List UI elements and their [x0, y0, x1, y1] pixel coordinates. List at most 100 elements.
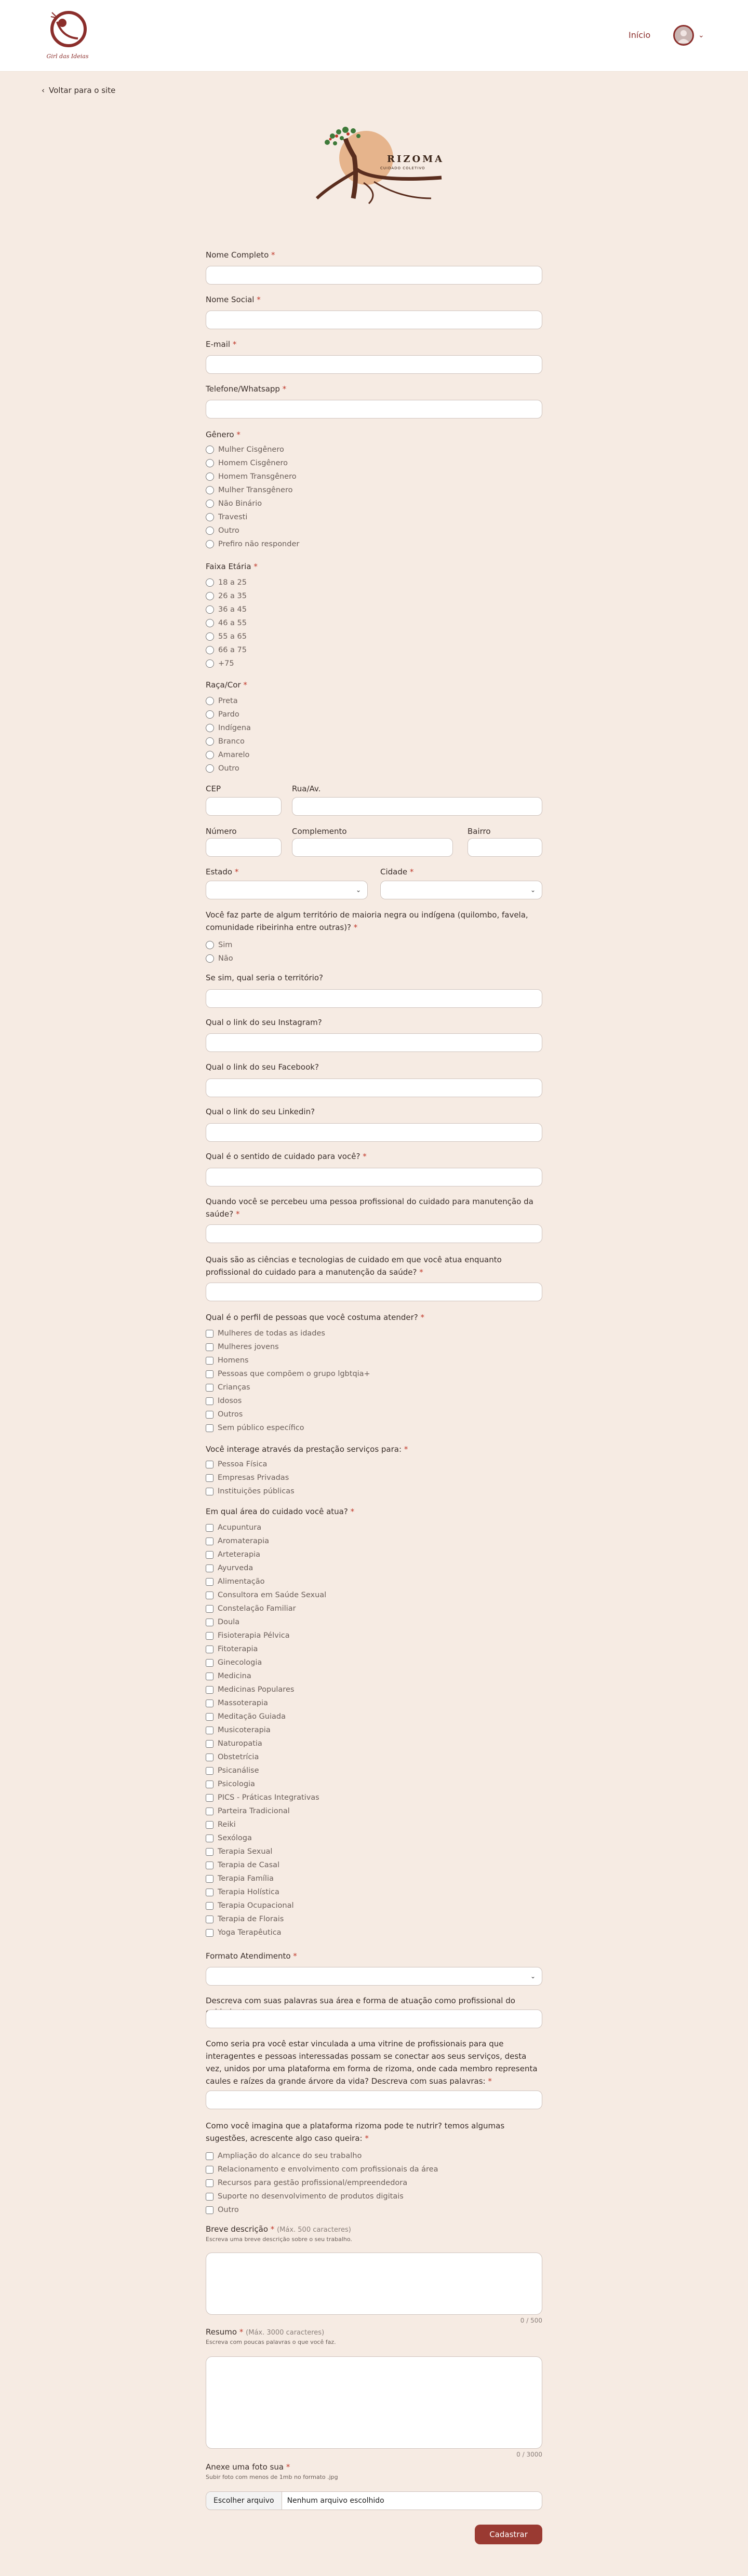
checkbox[interactable]	[206, 1888, 213, 1896]
area-option[interactable]: Meditação Guiada	[206, 1711, 286, 1722]
perfil-option[interactable]: Pessoas que compõem o grupo lgbtqia+	[206, 1369, 370, 1379]
checkbox[interactable]	[206, 2152, 213, 2160]
radio-button[interactable]	[206, 941, 214, 949]
genero-option[interactable]: Não Binário	[206, 498, 262, 509]
area-option[interactable]: Arteterapia	[206, 1549, 260, 1560]
area-option[interactable]: Medicinas Populares	[206, 1684, 294, 1695]
faixa-option[interactable]: 46 a 55	[206, 618, 247, 628]
checkbox[interactable]	[206, 1397, 213, 1405]
genero-option[interactable]: Travesti	[206, 512, 247, 522]
chevron-down-icon[interactable]: ⌄	[698, 31, 704, 39]
raca-option[interactable]: Preta	[206, 696, 238, 706]
cep-input[interactable]	[206, 797, 282, 816]
perfil-option[interactable]: Sem público específico	[206, 1423, 304, 1433]
area-option[interactable]: Naturopatia	[206, 1738, 262, 1749]
genero-option[interactable]: Mulher Cisgênero	[206, 444, 284, 455]
area-option[interactable]: Terapia Ocupacional	[206, 1900, 294, 1911]
checkbox[interactable]	[206, 2206, 213, 2214]
area-option[interactable]: Terapia Sexual	[206, 1846, 272, 1857]
faixa-option[interactable]: 36 a 45	[206, 604, 247, 615]
back-to-site-link[interactable]: ‹ Voltar para o site	[42, 86, 115, 95]
area-option[interactable]: Reiki	[206, 1819, 236, 1830]
email-input[interactable]	[206, 355, 542, 374]
rua-input[interactable]	[292, 797, 542, 816]
radio-button[interactable]	[206, 578, 214, 587]
checkbox[interactable]	[206, 1474, 213, 1482]
checkbox[interactable]	[206, 1928, 213, 1937]
checkbox[interactable]	[206, 1329, 213, 1338]
checkbox[interactable]	[206, 1591, 213, 1599]
area-option[interactable]: Doula	[206, 1617, 239, 1627]
checkbox[interactable]	[206, 1550, 213, 1559]
brand-logo[interactable]: Girl das Ideias	[42, 6, 94, 65]
nav-link-inicio[interactable]: Início	[629, 30, 650, 40]
radio-button[interactable]	[206, 486, 214, 494]
checkbox[interactable]	[206, 1699, 213, 1707]
area-option[interactable]: Sexóloga	[206, 1833, 252, 1843]
faixa-option[interactable]: 55 a 65	[206, 631, 247, 642]
checkbox[interactable]	[206, 1424, 213, 1432]
descreva-input[interactable]	[206, 2009, 542, 2028]
area-option[interactable]: Constelação Familiar	[206, 1603, 296, 1614]
ciencias-input[interactable]	[206, 1283, 542, 1301]
area-option[interactable]: Alimentação	[206, 1576, 265, 1587]
radio-button[interactable]	[206, 540, 214, 548]
complemento-input[interactable]	[292, 838, 453, 857]
checkbox[interactable]	[206, 1726, 213, 1734]
checkbox[interactable]	[206, 2179, 213, 2187]
checkbox[interactable]	[206, 1370, 213, 1378]
raca-option[interactable]: Branco	[206, 736, 245, 747]
radio-button[interactable]	[206, 710, 214, 719]
area-option[interactable]: Psicologia	[206, 1779, 255, 1789]
checkbox[interactable]	[206, 1564, 213, 1572]
checkbox[interactable]	[206, 1685, 213, 1694]
radio-button[interactable]	[206, 592, 214, 600]
radio-button[interactable]	[206, 500, 214, 508]
vitrine-input[interactable]	[206, 2091, 542, 2109]
checkbox[interactable]	[206, 1793, 213, 1802]
perfil-option[interactable]: Idosos	[206, 1396, 242, 1406]
photo-file-input[interactable]: Escolher arquivo Nenhum arquivo escolhid…	[206, 2491, 542, 2510]
radio-button[interactable]	[206, 605, 214, 614]
checkbox[interactable]	[206, 1820, 213, 1829]
genero-option[interactable]: Prefiro não responder	[206, 539, 299, 549]
checkbox[interactable]	[206, 1712, 213, 1721]
area-option[interactable]: Consultora em Saúde Sexual	[206, 1590, 326, 1600]
genero-option[interactable]: Homem Transgênero	[206, 471, 297, 482]
interage-option[interactable]: Empresas Privadas	[206, 1473, 289, 1483]
instagram-input[interactable]	[206, 1033, 542, 1052]
checkbox[interactable]	[206, 1356, 213, 1365]
checkbox[interactable]	[206, 1460, 213, 1468]
cadastrar-button[interactable]: Cadastrar	[475, 2525, 542, 2544]
area-option[interactable]: Terapia Holística	[206, 1887, 279, 1897]
checkbox[interactable]	[206, 1487, 213, 1495]
perfil-option[interactable]: Homens	[206, 1355, 249, 1366]
area-option[interactable]: Ayurveda	[206, 1563, 253, 1573]
formato-select[interactable]: ⌄	[206, 1967, 542, 1986]
radio-button[interactable]	[206, 646, 214, 654]
quando-input[interactable]	[206, 1224, 542, 1243]
checkbox[interactable]	[206, 1631, 213, 1640]
interage-option[interactable]: Instituições públicas	[206, 1486, 295, 1496]
faixa-option[interactable]: 26 a 35	[206, 591, 247, 601]
nome-completo-input[interactable]	[206, 266, 542, 285]
checkbox[interactable]	[206, 1861, 213, 1869]
area-option[interactable]: Fitoterapia	[206, 1644, 258, 1654]
raca-option[interactable]: Indígena	[206, 723, 251, 733]
radio-button[interactable]	[206, 697, 214, 705]
checkbox[interactable]	[206, 1753, 213, 1761]
breve-textarea[interactable]	[206, 2253, 542, 2315]
area-option[interactable]: PICS - Práticas Integrativas	[206, 1792, 319, 1803]
checkbox[interactable]	[206, 1766, 213, 1775]
user-menu[interactable]: ⌄	[673, 24, 704, 47]
telefone-input[interactable]	[206, 400, 542, 419]
nome-social-input[interactable]	[206, 311, 542, 329]
radio-button[interactable]	[206, 764, 214, 773]
radio-button[interactable]	[206, 473, 214, 481]
checkbox[interactable]	[206, 1807, 213, 1815]
checkbox[interactable]	[206, 1834, 213, 1842]
raca-option[interactable]: Pardo	[206, 709, 239, 720]
sentido-input[interactable]	[206, 1168, 542, 1186]
checkbox[interactable]	[206, 1658, 213, 1667]
facebook-input[interactable]	[206, 1078, 542, 1097]
